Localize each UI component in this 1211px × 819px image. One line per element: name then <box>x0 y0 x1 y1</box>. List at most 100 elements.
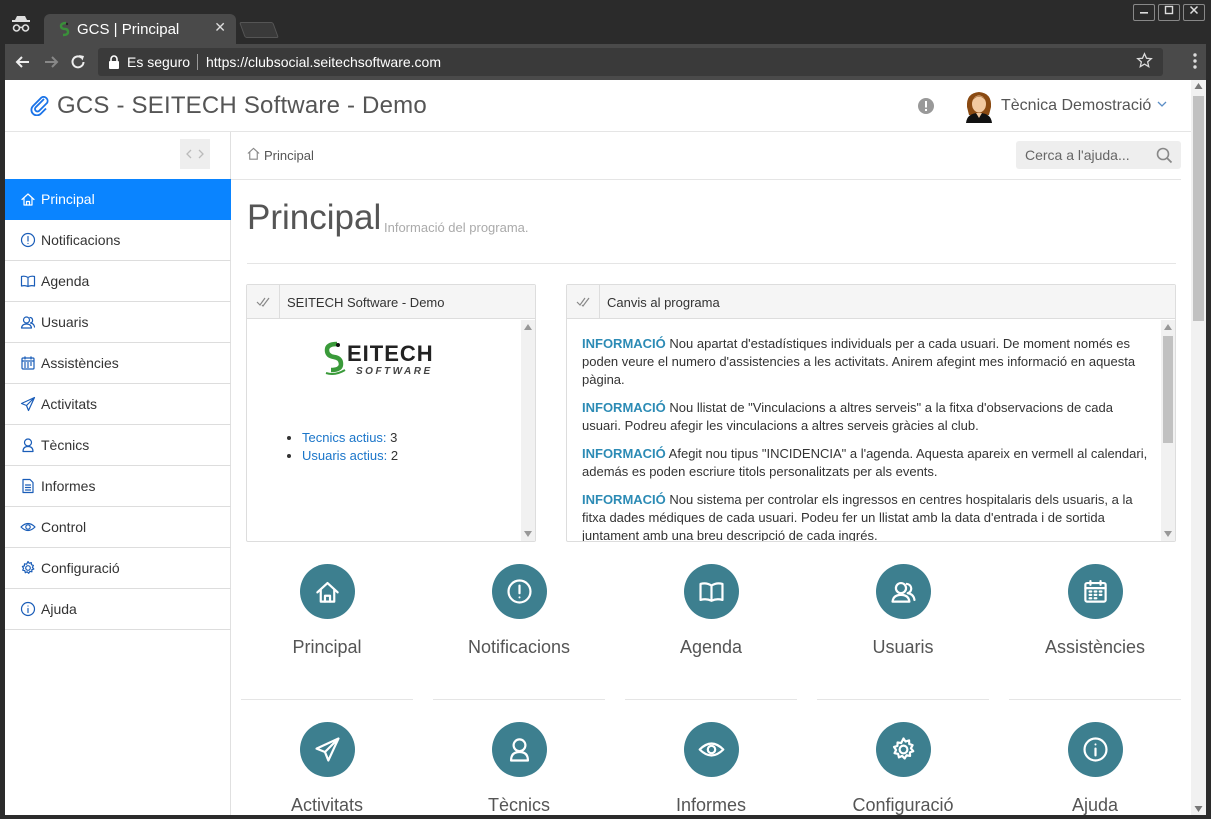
paperclip-icon <box>30 96 49 116</box>
forward-arrow-icon[interactable] <box>41 52 61 72</box>
sidebar-collapse-button[interactable] <box>180 139 210 169</box>
tile-circle[interactable] <box>1068 722 1123 777</box>
active-technicians-link[interactable]: Tecnics actius: <box>302 430 387 445</box>
sidebar-item-label: Usuaris <box>41 314 89 330</box>
sidebar-item-label: Principal <box>41 191 95 207</box>
sidebar-item-configuracio[interactable]: Configuració <box>5 548 231 589</box>
tile-label[interactable]: Principal <box>241 637 413 658</box>
tile-label[interactable]: Tècnics <box>433 795 605 815</box>
alert-icon <box>20 232 36 248</box>
eye-icon <box>20 522 36 532</box>
tile-tecnics[interactable]: Tècnics <box>433 722 605 815</box>
bookmark-star-icon[interactable] <box>1136 52 1153 69</box>
tile-circle[interactable] <box>300 564 355 619</box>
tile-circle[interactable] <box>492 722 547 777</box>
tile-label[interactable]: Assistències <box>1009 637 1181 658</box>
panel-scrollbar[interactable] <box>1161 320 1175 541</box>
program-changes-panel: Canvis al programa INFORMACIÓ Nou aparta… <box>566 284 1176 542</box>
user-name[interactable]: Tècnica Demostració <box>1001 97 1151 115</box>
tile-informes[interactable]: Informes <box>625 722 797 815</box>
tile-circle[interactable] <box>876 722 931 777</box>
tile-circle[interactable] <box>300 722 355 777</box>
browser-menu-icon[interactable] <box>1192 52 1198 70</box>
tile-label[interactable]: Ajuda <box>1009 795 1181 815</box>
back-arrow-icon[interactable] <box>13 52 33 72</box>
tile-circle[interactable] <box>684 722 739 777</box>
scroll-down-arrow-icon[interactable] <box>1194 806 1203 812</box>
page-title: Principal <box>247 198 382 237</box>
maximize-button[interactable] <box>1158 4 1180 21</box>
url-text[interactable]: https://clubsocial.seitechsoftware.com <box>206 54 441 70</box>
search-icon[interactable] <box>1156 147 1173 164</box>
panel-scrollbar[interactable] <box>521 320 535 541</box>
calendar-icon <box>21 356 35 370</box>
sidebar-item-ajuda[interactable]: Ajuda <box>5 589 231 630</box>
home-icon <box>247 147 260 160</box>
sidebar-item-tecnics[interactable]: Tècnics <box>5 425 231 466</box>
sidebar-item-informes[interactable]: Informes <box>5 466 231 507</box>
sidebar-item-assistencies[interactable]: Assistències <box>5 343 231 384</box>
document-icon <box>22 478 34 494</box>
browser-tab[interactable]: GCS | Principal ✕ <box>44 14 236 44</box>
tile-circle[interactable] <box>876 564 931 619</box>
sidebar-item-notificacions[interactable]: Notificacions <box>5 220 231 261</box>
tile-label[interactable]: Activitats <box>241 795 413 815</box>
tile-assistencies[interactable]: Assistències <box>1009 564 1181 684</box>
tile-label[interactable]: Informes <box>625 795 797 815</box>
user-avatar[interactable] <box>963 89 995 123</box>
tile-label[interactable]: Configuració <box>817 795 989 815</box>
chevron-down-icon[interactable] <box>1157 100 1167 108</box>
gear-icon <box>892 737 915 760</box>
breadcrumb-bar: Principal <box>231 132 1181 180</box>
app-brand-title[interactable]: GCS - SEITECH Software - Demo <box>57 92 427 120</box>
info-tag: INFORMACIÓ <box>582 492 666 507</box>
tile-usuaris[interactable]: Usuaris <box>817 564 989 684</box>
close-window-button[interactable] <box>1183 4 1205 21</box>
new-tab-button[interactable] <box>239 22 279 38</box>
minimize-button[interactable] <box>1133 4 1155 21</box>
panel-title: Canvis al programa <box>607 295 720 310</box>
scroll-down-arrow-icon[interactable] <box>524 531 532 537</box>
info-icon <box>20 601 36 617</box>
notification-alert-icon[interactable] <box>917 97 935 115</box>
tile-notificacions[interactable]: Notificacions <box>433 564 605 684</box>
scroll-up-arrow-icon[interactable] <box>1164 324 1172 330</box>
tile-ajuda[interactable]: Ajuda <box>1009 722 1181 815</box>
change-entry: INFORMACIÓ Nou sistema per controlar els… <box>582 491 1150 541</box>
gear-icon <box>21 560 35 574</box>
tile-activitats[interactable]: Activitats <box>241 722 413 815</box>
scroll-up-arrow-icon[interactable] <box>524 324 532 330</box>
tab-close-icon[interactable]: ✕ <box>214 19 226 36</box>
tile-circle[interactable] <box>1068 564 1123 619</box>
send-icon <box>20 396 36 412</box>
sidebar-item-usuaris[interactable]: Usuaris <box>5 302 231 343</box>
sidebar-item-principal[interactable]: Principal <box>5 179 231 220</box>
active-users-link[interactable]: Usuaris actius: <box>302 448 387 463</box>
breadcrumb-home[interactable]: Principal <box>264 148 314 163</box>
tile-circle[interactable] <box>492 564 547 619</box>
page-scrollbar[interactable] <box>1191 80 1206 815</box>
tile-principal[interactable]: Principal <box>241 564 413 684</box>
tile-circle[interactable] <box>684 564 739 619</box>
sidebar-item-control[interactable]: Control <box>5 507 231 548</box>
scroll-up-arrow-icon[interactable] <box>1194 83 1203 89</box>
address-bar[interactable]: Es seguro https://clubsocial.seitechsoft… <box>98 48 1163 76</box>
sidebar-item-agenda[interactable]: Agenda <box>5 261 231 302</box>
sidebar-item-label: Informes <box>41 478 96 494</box>
changes-list: INFORMACIÓ Nou apartat d'estadístiques i… <box>582 335 1150 541</box>
scrollbar-thumb[interactable] <box>1163 336 1173 443</box>
tile-configuracio[interactable]: Configuració <box>817 722 989 815</box>
home-icon <box>316 581 339 603</box>
address-separator <box>197 54 198 70</box>
close-icon <box>1189 5 1199 15</box>
sidebar-item-activitats[interactable]: Activitats <box>5 384 231 425</box>
tile-label[interactable]: Notificacions <box>433 637 605 658</box>
scroll-down-arrow-icon[interactable] <box>1164 531 1172 537</box>
tile-label[interactable]: Usuaris <box>817 637 989 658</box>
scrollbar-thumb[interactable] <box>1193 96 1204 321</box>
help-search-input[interactable] <box>1016 141 1156 169</box>
svg-text:EITECH: EITECH <box>347 341 434 366</box>
tile-agenda[interactable]: Agenda <box>625 564 797 684</box>
tile-label[interactable]: Agenda <box>625 637 797 658</box>
reload-icon[interactable] <box>68 52 88 72</box>
